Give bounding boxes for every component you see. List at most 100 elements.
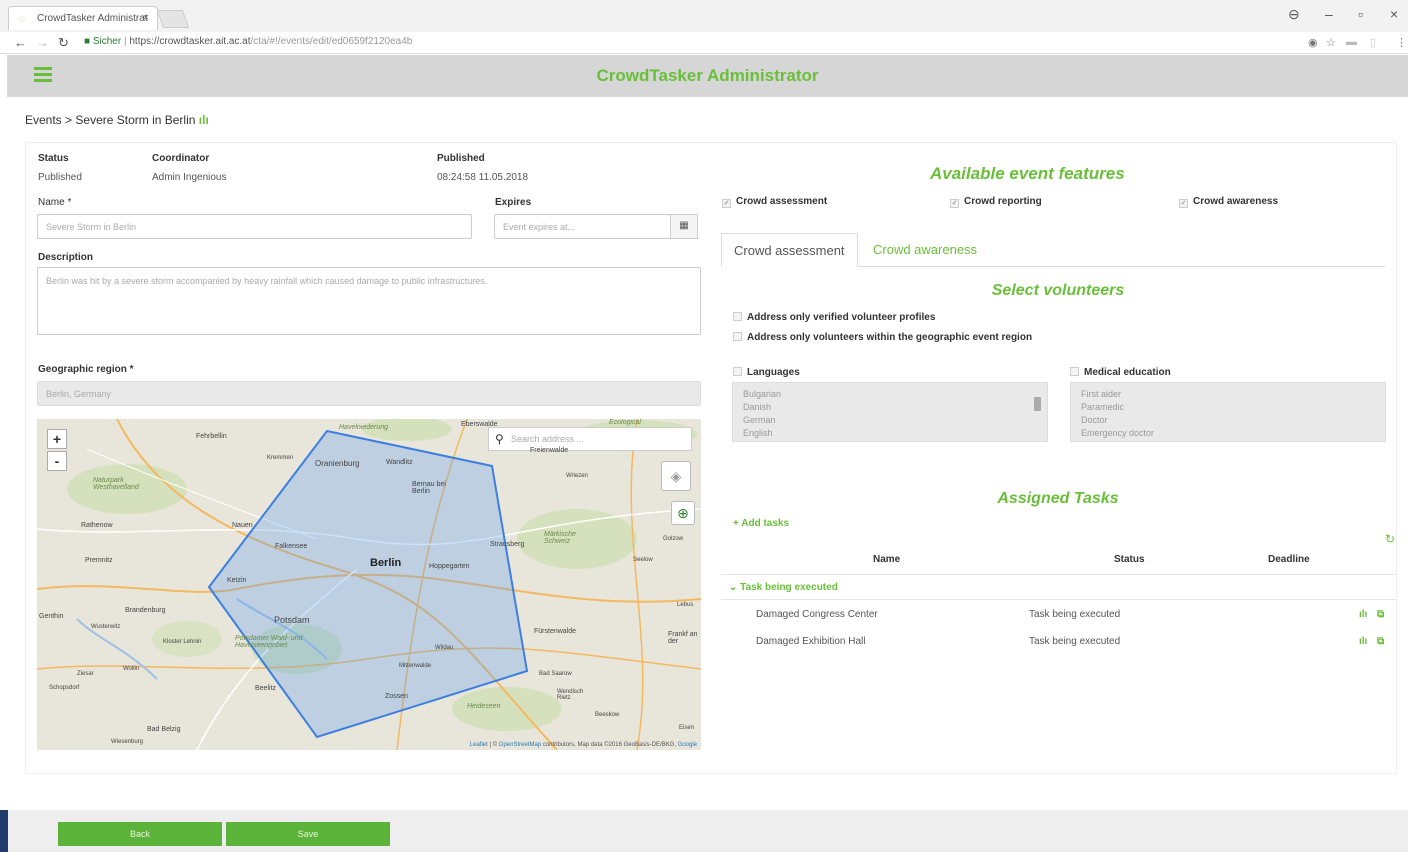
breadcrumb: Events > Severe Storm in Berlin ılı	[25, 113, 209, 127]
feature-crowd-reporting-checkbox[interactable]: ✓ Crowd reporting	[950, 196, 1042, 208]
expires-input[interactable]: Event expires at...	[494, 214, 671, 239]
scrollbar[interactable]	[1033, 387, 1041, 437]
published-label: Published	[437, 153, 485, 164]
map-label-bad-belzig: Bad Belzig	[147, 726, 181, 733]
map-label-ziesar: Ziesar	[77, 671, 94, 677]
map-label-schopsdorf: Schopsdorf	[49, 685, 80, 691]
features-title: Available event features	[930, 164, 1125, 183]
google-link[interactable]: Google	[678, 742, 697, 748]
breadcrumb-current: Severe Storm in Berlin	[75, 113, 196, 127]
region-map[interactable]: + - ⚲ Search address ... ◈ ⊕ Berlin Pots…	[37, 419, 701, 750]
extension2-icon[interactable]: ▯	[1370, 36, 1376, 49]
medical-listbox[interactable]: First aider Paramedic Doctor Emergency d…	[1070, 382, 1386, 442]
list-item[interactable]: Bulgarian	[743, 388, 1037, 401]
checkbox-icon	[733, 367, 742, 376]
table-row[interactable]: Damaged Congress Center Task being execu…	[721, 601, 1395, 628]
close-window-icon[interactable]: ×	[1390, 6, 1398, 22]
footer-accent	[0, 810, 8, 852]
region-volunteers-checkbox[interactable]: Address only volunteers within the geogr…	[733, 332, 1032, 343]
map-label-havelniederung: Havelniederung	[339, 424, 389, 431]
name-input[interactable]: Severe Storm in Berlin	[37, 214, 472, 239]
column-header-status[interactable]: Status	[1114, 554, 1145, 565]
app-title: CrowdTasker Administrator	[596, 66, 819, 85]
map-label-freienwalde: Freienwalde	[530, 447, 569, 454]
checkbox-icon	[733, 332, 742, 341]
map-search-input[interactable]: ⚲ Search address ...	[488, 427, 692, 451]
task-status: Task being executed	[1029, 609, 1121, 620]
edit-icon[interactable]: ⧉	[1377, 636, 1384, 647]
map-label-seelow: Seelow	[633, 557, 653, 563]
close-tab-icon[interactable]: ×	[143, 12, 149, 24]
osm-link[interactable]: OpenStreetMap	[499, 742, 541, 748]
menu-dots-icon[interactable]: ⋮	[1396, 36, 1407, 49]
map-label-frankfurt: Frankf an der	[668, 631, 698, 645]
list-item[interactable]: Paramedic	[1081, 401, 1375, 414]
task-name: Damaged Congress Center	[756, 609, 878, 620]
secure-label: Sicher	[92, 36, 122, 47]
tab-crowd-awareness[interactable]: Crowd awareness	[861, 233, 989, 267]
map-label-hoppegarten: Hoppegarten	[429, 563, 470, 570]
browser-tab-title: CrowdTasker Administrat	[37, 13, 148, 24]
locate-icon[interactable]: ⊕	[671, 501, 695, 525]
list-item[interactable]: Danish	[743, 401, 1037, 414]
medical-education-checkbox[interactable]: Medical education	[1070, 367, 1171, 378]
map-label-wiesenburg: Wiesenburg	[111, 739, 144, 745]
feature-tabs: Crowd assessment Crowd awareness	[721, 233, 1385, 267]
map-label-ecological: Ecological	[609, 419, 641, 426]
verified-profiles-checkbox[interactable]: Address only verified volunteer profiles	[733, 312, 935, 323]
browser-tab[interactable]: ◌ CrowdTasker Administrat ×	[8, 6, 158, 30]
back-button[interactable]: Back	[58, 822, 222, 846]
new-tab-button[interactable]	[156, 10, 190, 28]
list-item[interactable]: German	[743, 414, 1037, 427]
list-item[interactable]: Doctor	[1081, 414, 1375, 427]
task-group-row[interactable]: ⌄ Task being executed	[721, 574, 1395, 600]
statistics-icon[interactable]: ılı	[1359, 609, 1367, 620]
name-label: Name *	[38, 197, 72, 208]
map-label-fehrbellin: Fehrbellin	[196, 433, 227, 440]
feature-crowd-assessment-checkbox[interactable]: ✓ Crowd assessment	[722, 196, 827, 208]
tab-crowd-assessment[interactable]: Crowd assessment	[721, 233, 858, 267]
profile-icon[interactable]: ⊖	[1288, 6, 1300, 23]
zoom-out-button[interactable]: -	[47, 451, 67, 471]
location-icon[interactable]: ◉	[1308, 36, 1318, 49]
region-input[interactable]: Berlin, Germany	[37, 381, 701, 406]
calendar-icon[interactable]: ▦	[670, 214, 698, 239]
leaflet-link[interactable]: Leaflet	[470, 742, 488, 748]
checkbox-icon: ✓	[950, 199, 959, 208]
save-button[interactable]: Save	[226, 822, 390, 846]
statistics-icon[interactable]: ılı	[1359, 636, 1367, 647]
list-item[interactable]: English	[743, 427, 1037, 440]
description-label: Description	[38, 252, 94, 263]
map-label-eberswalde: Eberswalde	[461, 421, 498, 428]
map-label-wollin: Wollin	[123, 666, 140, 672]
zoom-in-button[interactable]: +	[47, 429, 67, 449]
add-tasks-button[interactable]: + Add tasks	[733, 518, 789, 529]
languages-checkbox[interactable]: Languages	[733, 367, 800, 378]
reload-icon[interactable]: ↻	[58, 35, 69, 51]
list-item[interactable]: Emergency doctor	[1081, 427, 1375, 440]
map-label-genthin: Genthin	[39, 613, 64, 620]
feature-crowd-awareness-checkbox[interactable]: ✓ Crowd awareness	[1179, 196, 1278, 208]
layers-icon[interactable]: ◈	[661, 461, 691, 491]
languages-listbox[interactable]: Bulgarian Danish German English	[732, 382, 1048, 442]
edit-icon[interactable]: ⧉	[1377, 609, 1384, 620]
forward-arrow-icon[interactable]: →	[36, 35, 49, 50]
url-field[interactable]: ■ Sicher | https://crowdtasker.ait.ac.at…	[84, 36, 412, 47]
description-textarea[interactable]: Berlin was hit by a severe storm accompa…	[37, 267, 701, 335]
map-label-wusterwitz: Wusterwitz	[91, 624, 121, 630]
published-value: 08:24:58 11.05.2018	[437, 172, 529, 183]
statistics-icon[interactable]: ılı	[199, 113, 209, 127]
column-header-name[interactable]: Name	[873, 554, 900, 565]
list-item[interactable]: First aider	[1081, 388, 1375, 401]
breadcrumb-events-link[interactable]: Events	[25, 113, 62, 127]
minimize-icon[interactable]: –	[1325, 6, 1333, 22]
back-arrow-icon[interactable]: ←	[14, 35, 27, 50]
table-row[interactable]: Damaged Exhibition Hall Task being execu…	[721, 628, 1395, 655]
extension-icon[interactable]: ▬	[1346, 36, 1357, 48]
maximize-icon[interactable]: ▫	[1358, 6, 1363, 22]
bookmark-star-icon[interactable]: ☆	[1326, 36, 1336, 49]
favicon-icon: ◌	[19, 14, 25, 25]
plus-icon: +	[733, 518, 742, 529]
column-header-deadline[interactable]: Deadline	[1268, 554, 1310, 565]
refresh-icon[interactable]: ↻	[1385, 532, 1395, 546]
